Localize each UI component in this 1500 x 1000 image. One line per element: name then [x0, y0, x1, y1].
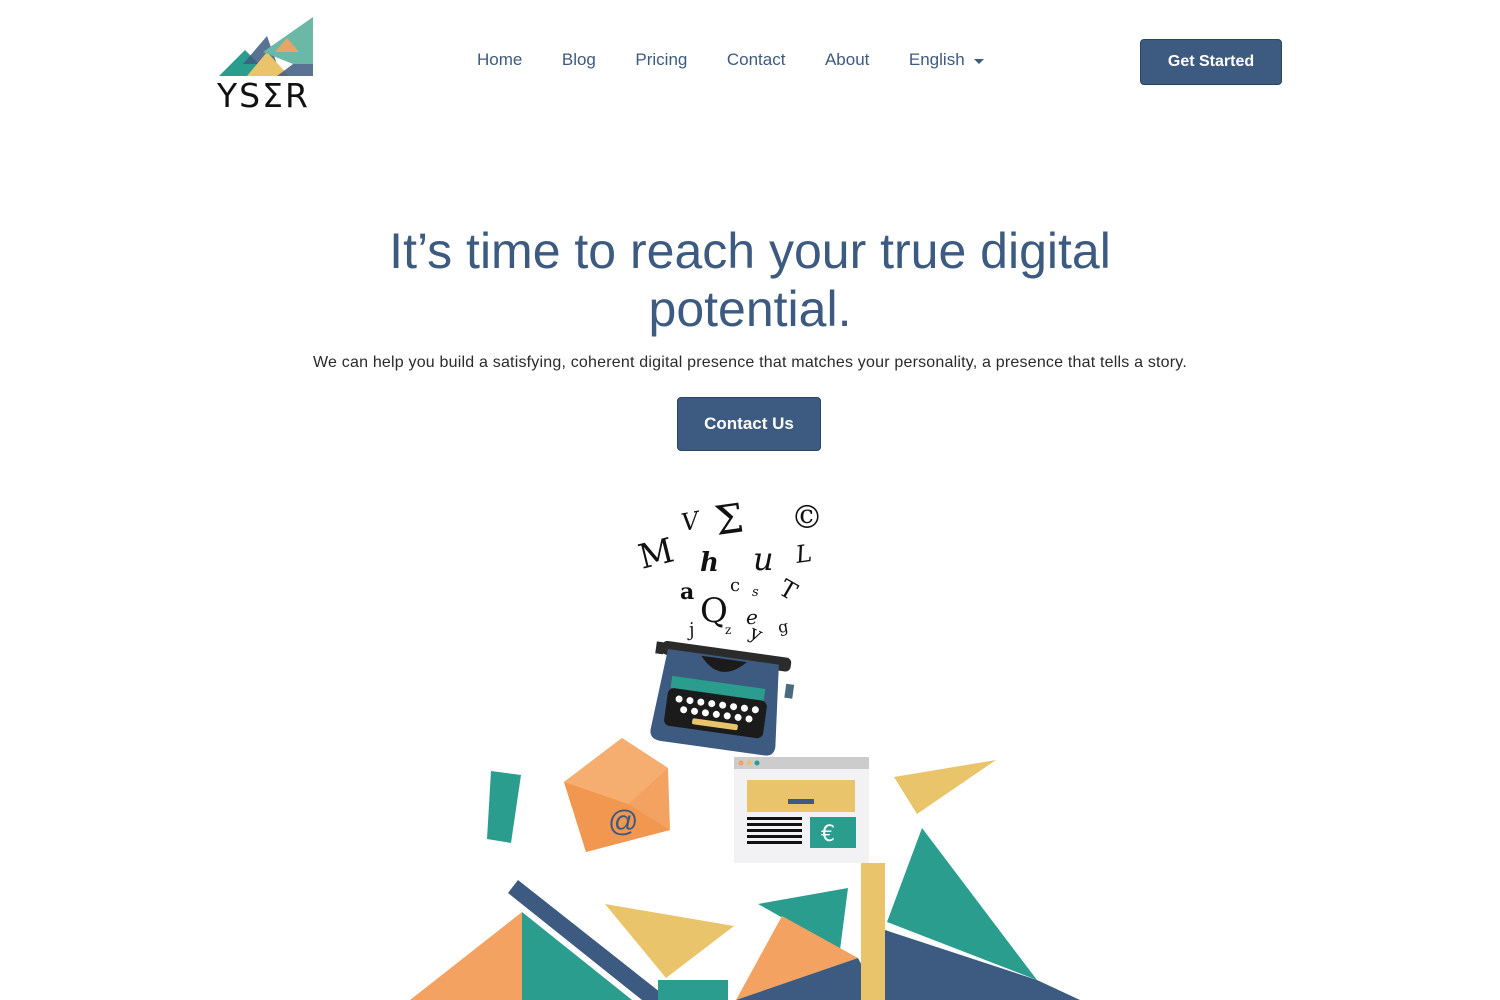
typewriter-icon [650, 640, 795, 756]
letter-u: u [753, 540, 774, 578]
nav-pricing[interactable]: Pricing [635, 50, 687, 70]
letter-g: g [776, 616, 789, 636]
get-started-button[interactable]: Get Started [1140, 39, 1282, 85]
letter-t: T [774, 574, 802, 606]
contact-us-button[interactable]: Contact Us [677, 397, 821, 451]
letter-v: V [679, 506, 704, 537]
letter-m: M [635, 530, 678, 577]
browser-window-icon: € [734, 757, 869, 863]
logo-wordmark: YSƩR [217, 76, 310, 115]
letter-h: h [700, 548, 719, 578]
chevron-down-icon [973, 58, 984, 64]
teal-bar-shape [487, 771, 521, 843]
flying-letters: V Σ © M h u L a c s T Q e j z y g [635, 495, 823, 646]
letter-c: c [730, 575, 740, 596]
hero-title: It’s time to reach your true digital pot… [0, 222, 1500, 338]
letter-l: L [793, 539, 814, 569]
hero-subtitle: We can help you build a satisfying, cohe… [313, 354, 1187, 371]
letter-a: a [680, 579, 694, 605]
main-nav: Home Blog Pricing Contact About English [477, 50, 984, 70]
letter-sigma: Σ [712, 495, 746, 544]
at-sign-icon: @ [608, 805, 638, 838]
letter-q: Q [700, 591, 728, 631]
logo-mountains-icon [219, 17, 313, 76]
yellow-triangle-shape [894, 760, 996, 814]
euro-icon: € [821, 822, 835, 847]
letter-s: s [752, 585, 759, 600]
language-label: English [908, 50, 965, 69]
hero-title-line-1: It’s time to reach your true digital [389, 223, 1111, 279]
nav-about[interactable]: About [825, 50, 869, 70]
letter-z: z [725, 623, 731, 637]
hero-title-line-2: potential. [648, 281, 852, 337]
nav-home[interactable]: Home [477, 50, 522, 70]
language-dropdown[interactable]: English [909, 50, 984, 70]
nav-blog[interactable]: Blog [562, 50, 596, 70]
letter-j: j [683, 619, 697, 642]
ysr-logo[interactable]: YSƩR [217, 16, 317, 116]
nav-contact[interactable]: Contact [727, 50, 786, 70]
site-header: YSƩR Home Blog Pricing Contact About Eng… [0, 0, 1500, 125]
letter-copyright: © [791, 498, 823, 536]
email-envelope-icon: @ [564, 738, 670, 852]
hero-illustration: V Σ © M h u L a c s T Q e j z y g @ € [410, 495, 1080, 1000]
